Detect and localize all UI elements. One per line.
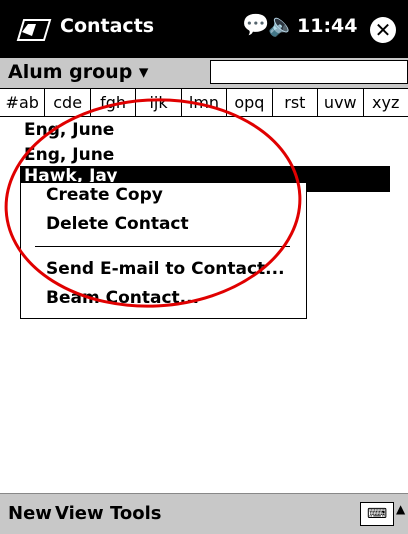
tab-opq[interactable]: opq — [227, 89, 273, 116]
title-bar: Contacts 💬 🔈 11:44 ✕ — [0, 0, 408, 58]
filter-bar: Alum group ▾ — [0, 58, 408, 88]
tab-uvw[interactable]: uvw — [318, 89, 364, 116]
menu-bar: New View Tools ⌨ ▲ — [0, 493, 408, 534]
contact-row[interactable]: Eng, June — [24, 120, 114, 140]
search-input[interactable] — [210, 60, 408, 84]
new-menu[interactable]: New — [8, 503, 52, 524]
context-menu: Create Copy Delete Contact Send E-mail t… — [20, 182, 307, 319]
close-button[interactable]: ✕ — [370, 17, 396, 43]
speaker-icon[interactable]: 🔈 — [268, 13, 295, 39]
send-email-menu-item[interactable]: Send E-mail to Contact... — [46, 259, 285, 279]
beam-contact-menu-item[interactable]: Beam Contact... — [46, 288, 199, 308]
tab-lmn[interactable]: lmn — [182, 89, 228, 116]
tab-rst[interactable]: rst — [273, 89, 319, 116]
tab-xyz[interactable]: xyz — [364, 89, 408, 116]
group-dropdown[interactable]: Alum group ▾ — [8, 61, 148, 83]
alphabet-tabs: #ab cde fgh ijk lmn opq rst uvw xyz — [0, 88, 408, 117]
app-title: Contacts — [60, 15, 155, 37]
tab-ab[interactable]: #ab — [0, 89, 46, 116]
windows-flag-icon[interactable] — [14, 14, 52, 46]
contact-row[interactable]: Eng, June — [24, 145, 114, 165]
keyboard-icon[interactable]: ⌨ — [360, 502, 394, 526]
tools-menu[interactable]: Tools — [110, 503, 162, 524]
create-copy-menu-item[interactable]: Create Copy — [46, 185, 163, 205]
tab-cde[interactable]: cde — [45, 89, 91, 116]
menu-separator — [35, 246, 290, 247]
chevron-up-icon[interactable]: ▲ — [396, 502, 405, 516]
tab-ijk[interactable]: ijk — [136, 89, 182, 116]
speech-bubble-icon[interactable]: 💬 — [242, 13, 269, 39]
clock[interactable]: 11:44 — [297, 15, 357, 37]
view-menu[interactable]: View — [55, 503, 104, 524]
delete-contact-menu-item[interactable]: Delete Contact — [46, 214, 189, 234]
tab-fgh[interactable]: fgh — [91, 89, 137, 116]
